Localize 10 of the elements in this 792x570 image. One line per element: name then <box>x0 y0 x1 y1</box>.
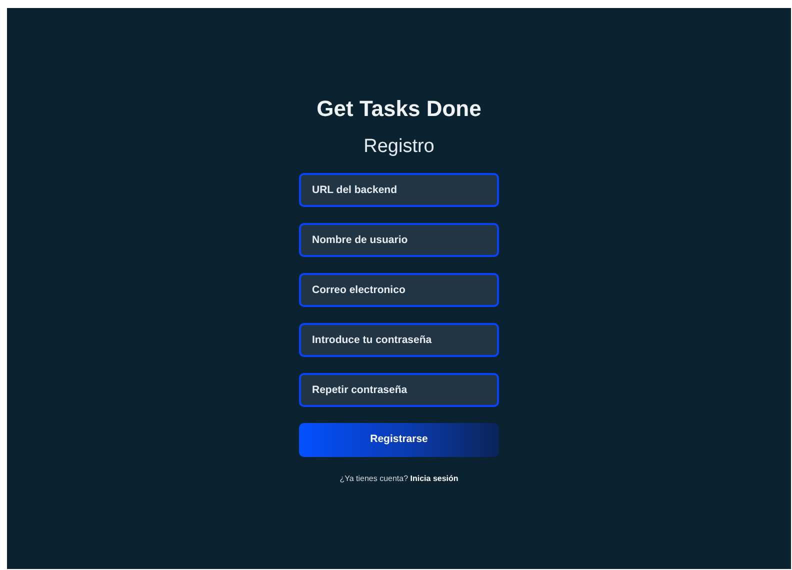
login-link[interactable]: Inicia sesión <box>410 474 458 484</box>
input-field[interactable]: URL del backend <box>299 173 499 208</box>
input-field[interactable]: Nombre de usuario <box>299 223 499 258</box>
input-field[interactable]: Repetir contraseña <box>299 373 499 408</box>
register-button[interactable]: Registrarse <box>299 423 499 458</box>
input-field[interactable]: Introduce tu contraseña <box>299 323 499 358</box>
login-prompt: ¿Ya tienes cuenta? Inicia sesión <box>340 473 458 486</box>
app-title: Get Tasks Done <box>316 96 482 122</box>
form-title: Registro <box>364 136 434 160</box>
input-field[interactable]: Correo electronico <box>299 273 499 308</box>
